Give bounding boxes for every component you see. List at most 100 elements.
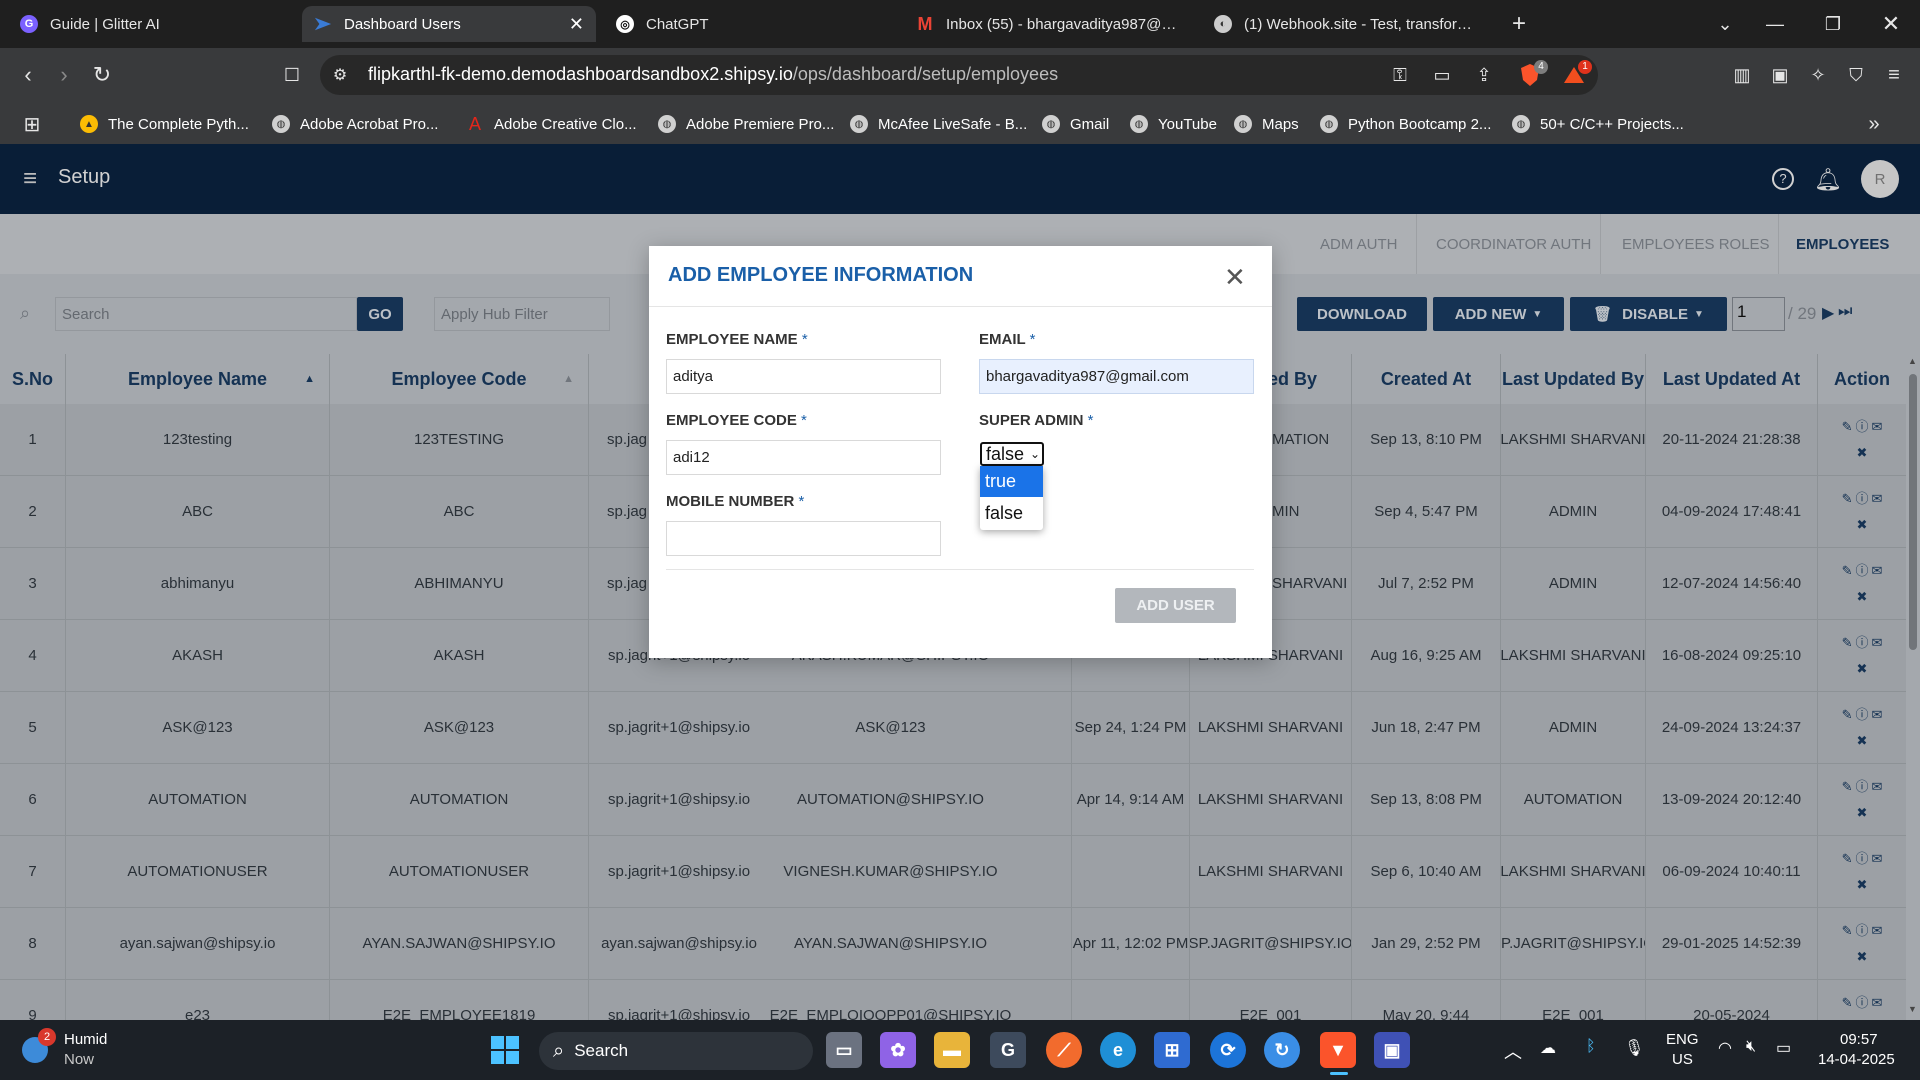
url-text[interactable]: flipkarthl-fk-demo.demodashboardsandbox2… [368, 64, 1058, 85]
globe-icon: ◍ [658, 115, 676, 133]
tab-search-chevron-icon[interactable]: ⌄ [1700, 0, 1750, 48]
tab-title: Dashboard Users [344, 15, 461, 33]
tab-gmail[interactable]: M Inbox (55) - bhargavaditya987@gm... [904, 6, 1194, 42]
edge-icon[interactable]: e [1100, 1032, 1136, 1068]
bookmark-item[interactable]: ◍ 50+ C/C++ Projects... [1512, 110, 1684, 138]
globe-icon: ◍ [1042, 115, 1060, 133]
mobile-number-input[interactable] [666, 521, 941, 556]
forward-icon[interactable]: › [46, 57, 82, 93]
task-view-icon[interactable]: ▭ [826, 1032, 862, 1068]
tab-title: (1) Webhook.site - Test, transform a... [1244, 15, 1480, 33]
close-tab-icon[interactable]: ✕ [569, 14, 584, 35]
taskbar-search[interactable]: ⌕ Search [539, 1032, 813, 1070]
gmail-icon: M [917, 13, 933, 34]
bookmark-item[interactable]: ◍ McAfee LiveSafe - B... [850, 110, 1027, 138]
weather-title[interactable]: Humid [64, 1031, 107, 1048]
tray-overflow-icon[interactable]: ︿ [1504, 1038, 1522, 1064]
apps-grid-icon[interactable]: ⊞ [14, 106, 50, 142]
battery-icon[interactable]: ▭ [1776, 1038, 1791, 1058]
store-icon[interactable]: ⊞ [1154, 1032, 1190, 1068]
shields-badge: 4 [1534, 60, 1548, 74]
language-indicator[interactable]: ENG [1666, 1031, 1699, 1048]
new-tab-button[interactable]: + [1494, 0, 1544, 48]
menu-icon[interactable]: ≡ [1876, 57, 1912, 93]
tab-title: Inbox (55) - bhargavaditya987@gm... [946, 15, 1182, 33]
microphone-icon[interactable]: 🎙︎ [1624, 1038, 1644, 1058]
wallet-icon[interactable]: ▣ [1762, 57, 1798, 93]
maximize-icon[interactable]: ❐ [1808, 0, 1858, 48]
sidebar-toggle-icon[interactable]: ▥ [1724, 57, 1760, 93]
search-icon: ⌕ [553, 1039, 565, 1062]
volume-muted-icon[interactable]: 🔇︎ [1746, 1038, 1756, 1056]
clock-time[interactable]: 09:57 [1840, 1031, 1878, 1048]
wifi-icon[interactable]: ◠ [1718, 1038, 1732, 1058]
copilot-icon[interactable]: ✿ [880, 1032, 916, 1068]
site-settings-icon[interactable]: ⚙ [322, 57, 358, 93]
tab-glitter[interactable]: G Guide | Glitter AI [8, 6, 298, 42]
teamviewer-icon[interactable]: ⟳ [1210, 1032, 1246, 1068]
brave-taskbar-icon[interactable]: ▼ [1320, 1032, 1356, 1068]
super-admin-select[interactable]: false ⌄ [980, 442, 1044, 466]
file-explorer-icon[interactable]: ▬ [934, 1032, 970, 1068]
super-admin-label: SUPER ADMIN * [979, 412, 1094, 429]
globe-icon: ◍ [272, 115, 290, 133]
drive-icon: ▲ [80, 115, 98, 133]
remote-desktop-icon[interactable]: ▣ [1374, 1032, 1410, 1068]
bookmark-item[interactable]: ◍ Adobe Acrobat Pro... [272, 110, 438, 138]
vpn-icon[interactable]: ⛉ [1838, 57, 1874, 93]
globe-icon: ◍ [1320, 115, 1338, 133]
option-true[interactable]: true [980, 466, 1043, 497]
onedrive-icon[interactable]: ☁ [1540, 1038, 1556, 1058]
tab-webhook[interactable]: ◐ (1) Webhook.site - Test, transform a..… [1202, 6, 1492, 42]
mobile-number-label: MOBILE NUMBER * [666, 493, 805, 510]
employee-code-input[interactable]: adi12 [666, 440, 941, 475]
chatgpt-icon: ◎ [616, 15, 634, 33]
modal-divider [649, 306, 1272, 307]
bookmark-item[interactable]: ◍ Maps [1234, 110, 1299, 138]
region-indicator[interactable]: US [1672, 1051, 1693, 1068]
share-icon[interactable]: ⇪ [1466, 57, 1502, 93]
modal-title: ADD EMPLOYEE INFORMATION [668, 264, 974, 286]
weather-subtitle: Now [64, 1051, 95, 1068]
bookmark-icon[interactable]: ☐ [274, 57, 310, 93]
globe-icon: ◍ [1234, 115, 1252, 133]
webhook-icon: ◐ [1214, 15, 1232, 33]
option-false[interactable]: false [980, 498, 1043, 529]
cast-icon[interactable]: ▭ [1424, 57, 1460, 93]
email-label: EMAIL * [979, 331, 1036, 348]
email-input[interactable]: bhargavaditya987@gmail.com [979, 359, 1254, 394]
more-bookmarks-icon[interactable]: » [1856, 106, 1892, 142]
weather-badge: 2 [38, 1028, 56, 1046]
active-app-indicator [1330, 1072, 1348, 1075]
tab-chatgpt[interactable]: ◎ ChatGPT [604, 6, 894, 42]
password-key-icon[interactable]: ⚿ [1382, 57, 1418, 93]
employee-name-input[interactable]: aditya [666, 359, 941, 394]
clock-date[interactable]: 14-04-2025 [1818, 1051, 1895, 1068]
glitter-app-icon[interactable]: G [990, 1032, 1026, 1068]
tab-dashboard-users[interactable]: Dashboard Users ✕ [302, 6, 596, 42]
bookmark-item[interactable]: ◍ Adobe Premiere Pro... [658, 110, 834, 138]
tab-title: Guide | Glitter AI [50, 15, 160, 33]
back-icon[interactable]: ‹ [10, 57, 46, 93]
bookmark-item[interactable]: ▲ The Complete Pyth... [80, 110, 249, 138]
bookmark-item[interactable]: A Adobe Creative Clo... [466, 110, 637, 138]
modal-divider [666, 569, 1254, 570]
globe-icon: ◍ [850, 115, 868, 133]
employee-name-label: EMPLOYEE NAME * [666, 331, 808, 348]
bluetooth-icon[interactable]: ᛒ [1586, 1038, 1596, 1056]
tab-title: ChatGPT [646, 15, 709, 33]
chevron-down-icon: ⌄ [1030, 447, 1041, 461]
reload-icon[interactable]: ↻ [84, 57, 120, 93]
bookmark-item[interactable]: ◍ YouTube [1130, 110, 1217, 138]
bookmark-item[interactable]: ◍ Gmail [1042, 110, 1109, 138]
minimize-icon[interactable]: — [1750, 0, 1800, 48]
close-icon[interactable]: ✕ [1224, 262, 1246, 293]
leo-ai-icon[interactable]: ✧ [1800, 57, 1836, 93]
sync-icon[interactable]: ↻ [1264, 1032, 1300, 1068]
shipsy-icon [314, 15, 332, 33]
close-window-icon[interactable]: ✕ [1866, 0, 1916, 48]
add-user-button[interactable]: ADD USER [1115, 588, 1236, 623]
bookmark-item[interactable]: ◍ Python Bootcamp 2... [1320, 110, 1491, 138]
postman-icon[interactable]: ⟋ [1046, 1032, 1082, 1068]
windows-start-icon[interactable] [488, 1032, 522, 1068]
